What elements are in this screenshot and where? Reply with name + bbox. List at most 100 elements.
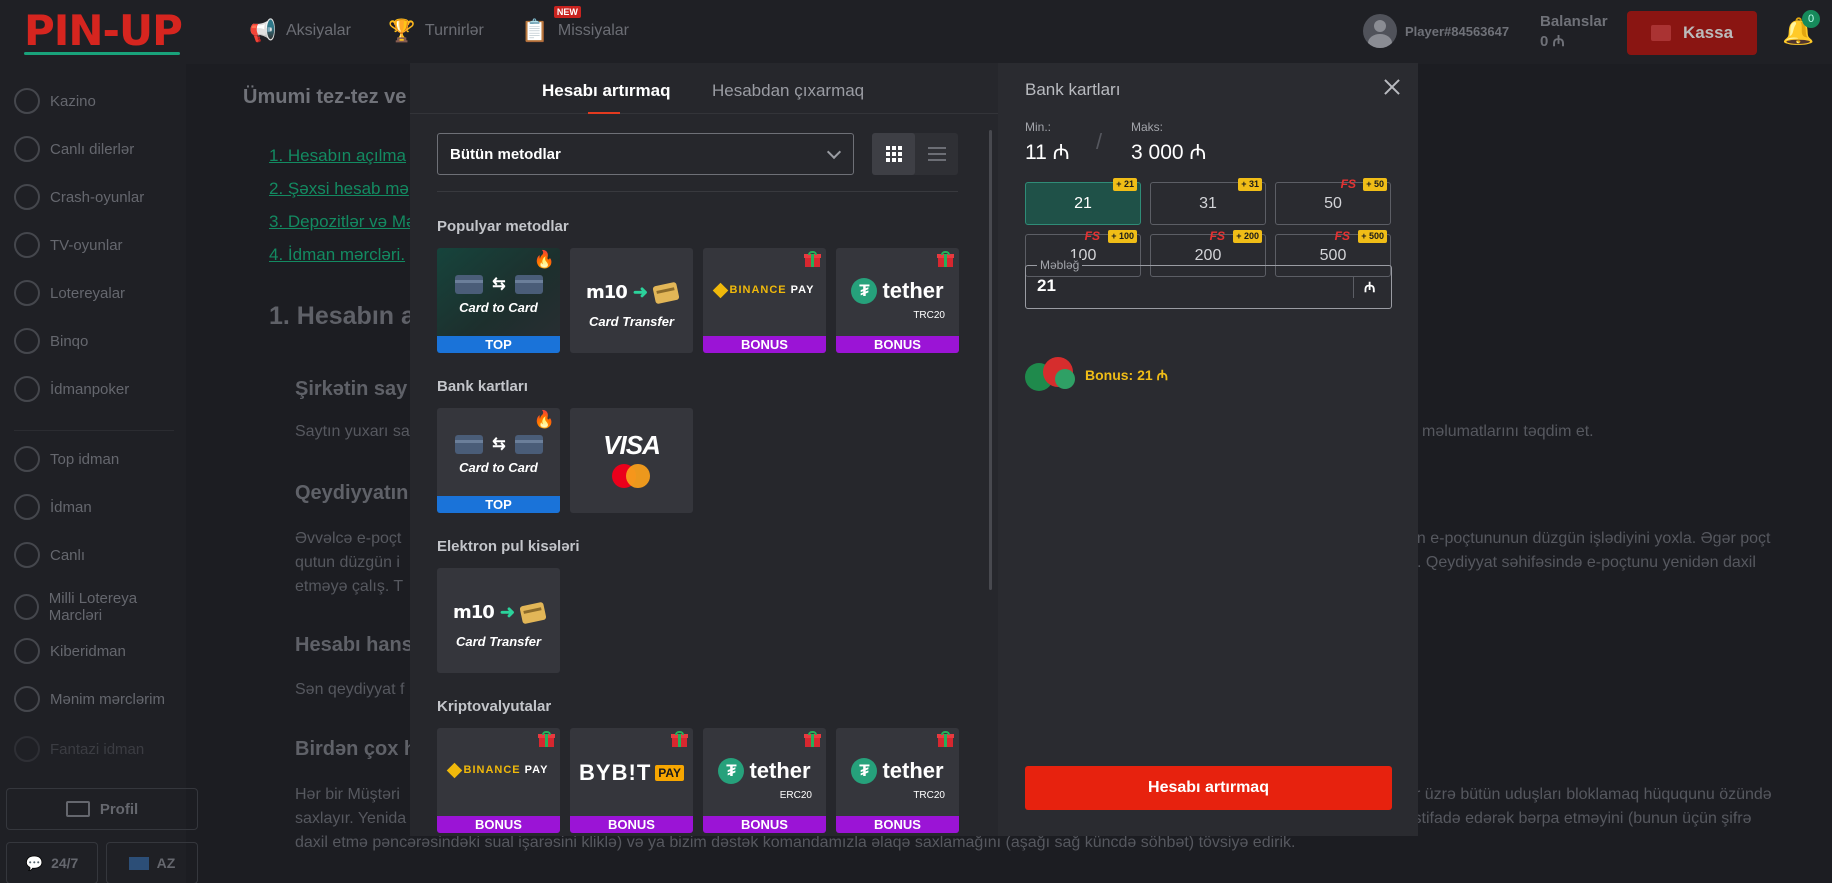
- faq-link[interactable]: 4. İdman mərcləri.: [269, 245, 405, 265]
- sidebar-item-live[interactable]: Canlı: [14, 542, 85, 568]
- free-spins-icon: FS: [1340, 177, 1356, 191]
- amount-input[interactable]: [1037, 276, 1337, 296]
- logo-underline: [24, 52, 180, 55]
- sidebar-item-label: Crash-oyunlar: [50, 188, 145, 206]
- close-icon[interactable]: [1382, 77, 1402, 97]
- gift-icon: [937, 251, 954, 267]
- amount-value: 200: [1194, 246, 1222, 264]
- method-card-to-card[interactable]: 🔥 ⇆ Card to Card TOP: [437, 408, 560, 513]
- method-card-transfer[interactable]: m10 ➜ Card Transfer: [437, 568, 560, 673]
- sidebar-item-national-lottery[interactable]: Milli Lotereya Marcləri: [14, 590, 186, 624]
- user-menu[interactable]: Player#84563647: [1363, 14, 1509, 48]
- answer-text: l məlumatlarını təqdim et.: [1414, 423, 1594, 440]
- method-tether-erc20[interactable]: ₮ tether ERC20 BONUS: [703, 728, 826, 833]
- bybit-logo: BYB!T PAY: [570, 760, 693, 786]
- sidebar-item-casino[interactable]: Kazino: [14, 88, 96, 114]
- balance[interactable]: Balanslar 0 ₼: [1540, 12, 1608, 52]
- tether-logo: ₮ tether: [836, 758, 959, 784]
- method-label: Card Transfer: [455, 634, 541, 649]
- limits-divider: /: [1096, 129, 1103, 154]
- sidebar-item-bingo[interactable]: Binqo: [14, 328, 88, 354]
- network-label: TRC20: [913, 310, 945, 321]
- logo[interactable]: PIN-UP: [24, 8, 183, 54]
- profile-button[interactable]: Profil: [6, 788, 198, 830]
- sidebar-item-fantasy[interactable]: Fantazi idman: [14, 736, 144, 762]
- fire-icon: 🔥: [533, 250, 555, 269]
- gift-icon: [804, 731, 821, 747]
- bets-icon: [14, 686, 40, 712]
- grid-view-button[interactable]: [872, 133, 915, 175]
- sidebar-item-lotteries[interactable]: Lotereyalar: [14, 280, 125, 306]
- answer-text: etməyə çalış. T: [295, 578, 404, 595]
- binance-logo: BINANCE PAY: [437, 762, 560, 778]
- methods-panel: Hesabı artırmaq Hesabdan çıxarmaq Bütün …: [410, 63, 998, 836]
- sidebar-item-sport-poker[interactable]: İdmanpoker: [14, 376, 129, 402]
- nav-tournaments[interactable]: 🏆 Turnirlər: [388, 18, 484, 44]
- mastercard-icon: [612, 464, 654, 488]
- sidebar-item-crash[interactable]: Crash-oyunlar: [14, 184, 144, 210]
- megaphone-icon: 📢: [249, 18, 277, 43]
- amount-field: Məbləğ ₼: [1025, 258, 1392, 309]
- currency-symbol: ₼: [1364, 279, 1376, 295]
- amount-option[interactable]: 31 + 31: [1150, 178, 1266, 225]
- top-sport-icon: [14, 446, 40, 472]
- methods-select[interactable]: Bütün metodlar: [437, 133, 854, 175]
- sidebar-item-my-bets[interactable]: Mənim mərclərim: [14, 686, 165, 712]
- method-bybit-pay[interactable]: BYB!T PAY BONUS: [570, 728, 693, 833]
- answer-text: ün e-poçtununun düzgün işlədiyini yoxla.…: [1408, 530, 1771, 547]
- tab-withdraw[interactable]: Hesabdan çıxarmaq: [712, 81, 864, 101]
- casino-chips-icon: [1025, 355, 1077, 395]
- sidebar-item-live-dealers[interactable]: Canlı dilerlər: [14, 136, 134, 162]
- balance-label: Balanslar: [1540, 13, 1608, 30]
- amount-value: 31: [1199, 194, 1217, 212]
- tabs-divider: [410, 113, 998, 114]
- list-view-button[interactable]: [915, 133, 958, 175]
- method-card-to-card[interactable]: 🔥 ⇆ Card to Card TOP: [437, 248, 560, 353]
- gift-icon: [804, 251, 821, 267]
- card-swap-icon: ⇆: [455, 434, 543, 454]
- method-binance-pay[interactable]: BINANCE PAY BONUS: [703, 248, 826, 353]
- section-heading: 1. Hesabın a: [269, 302, 415, 330]
- answer-text: r üzrə bütün uduşları bloklamaq hüququnu…: [1415, 786, 1772, 803]
- avatar: [1363, 14, 1397, 48]
- method-card-transfer[interactable]: m10 ➜ Card Transfer: [570, 248, 693, 353]
- bonus-badge: + 21: [1113, 178, 1137, 191]
- ball-icon: [14, 494, 40, 520]
- faq-link[interactable]: 2. Şəxsi hesab mə: [269, 179, 409, 199]
- sidebar-item-top-sport[interactable]: Top idman: [14, 446, 119, 472]
- top-label: TOP: [437, 336, 560, 353]
- kassa-button[interactable]: Kassa: [1627, 11, 1757, 55]
- sidebar-item-tv-games[interactable]: TV-oyunlar: [14, 232, 123, 258]
- methods-scrollbar[interactable]: [989, 130, 992, 590]
- tab-deposit[interactable]: Hesabı artırmaq: [542, 81, 671, 101]
- method-tether-trc20[interactable]: ₮ tether TRC20 BONUS: [836, 728, 959, 833]
- lottery-icon: [14, 280, 40, 306]
- min-value: 11 ₼: [1025, 141, 1070, 164]
- amount-option[interactable]: 21 + 21: [1025, 178, 1141, 225]
- method-visa-mastercard[interactable]: VISA: [570, 408, 693, 513]
- nav-promotions[interactable]: 📢 Aksiyalar: [249, 18, 351, 44]
- deposit-submit-button[interactable]: Hesabı artırmaq: [1025, 766, 1392, 810]
- new-badge: NEW: [553, 6, 581, 18]
- method-binance-pay[interactable]: BINANCE PAY BONUS: [437, 728, 560, 833]
- casino-icon: [14, 88, 40, 114]
- bonus-label: BONUS: [437, 816, 560, 833]
- faq-link[interactable]: 3. Depozitlər və Mə: [269, 212, 415, 232]
- answer-text: Əvvəlcə e-poçt: [295, 530, 402, 547]
- faq-link[interactable]: 1. Hesabın açılma: [269, 146, 406, 166]
- sidebar-item-sport[interactable]: İdman: [14, 494, 92, 520]
- binance-icon: [446, 762, 462, 778]
- answer-text: Hər bir Müştəri: [295, 786, 400, 803]
- bonus-label: BONUS: [703, 336, 826, 353]
- language-button[interactable]: AZ: [106, 842, 198, 883]
- sidebar-item-esports[interactable]: Kiberidman: [14, 638, 126, 664]
- nav-missions[interactable]: 📋 NEW Missiyalar: [521, 6, 629, 44]
- payment-modal: Hesabı artırmaq Hesabdan çıxarmaq Bütün …: [410, 63, 1418, 836]
- fire-icon: 🔥: [533, 410, 555, 429]
- sidebar-item-label: Lotereyalar: [50, 284, 126, 302]
- amount-option[interactable]: 50 FS + 50: [1275, 177, 1391, 225]
- method-tether-trc20[interactable]: ₮ tether TRC20 BONUS: [836, 248, 959, 353]
- cards-icon: [14, 376, 40, 402]
- support-button[interactable]: 💬 24/7: [6, 842, 98, 883]
- nav-label: Turnirlər: [424, 22, 484, 39]
